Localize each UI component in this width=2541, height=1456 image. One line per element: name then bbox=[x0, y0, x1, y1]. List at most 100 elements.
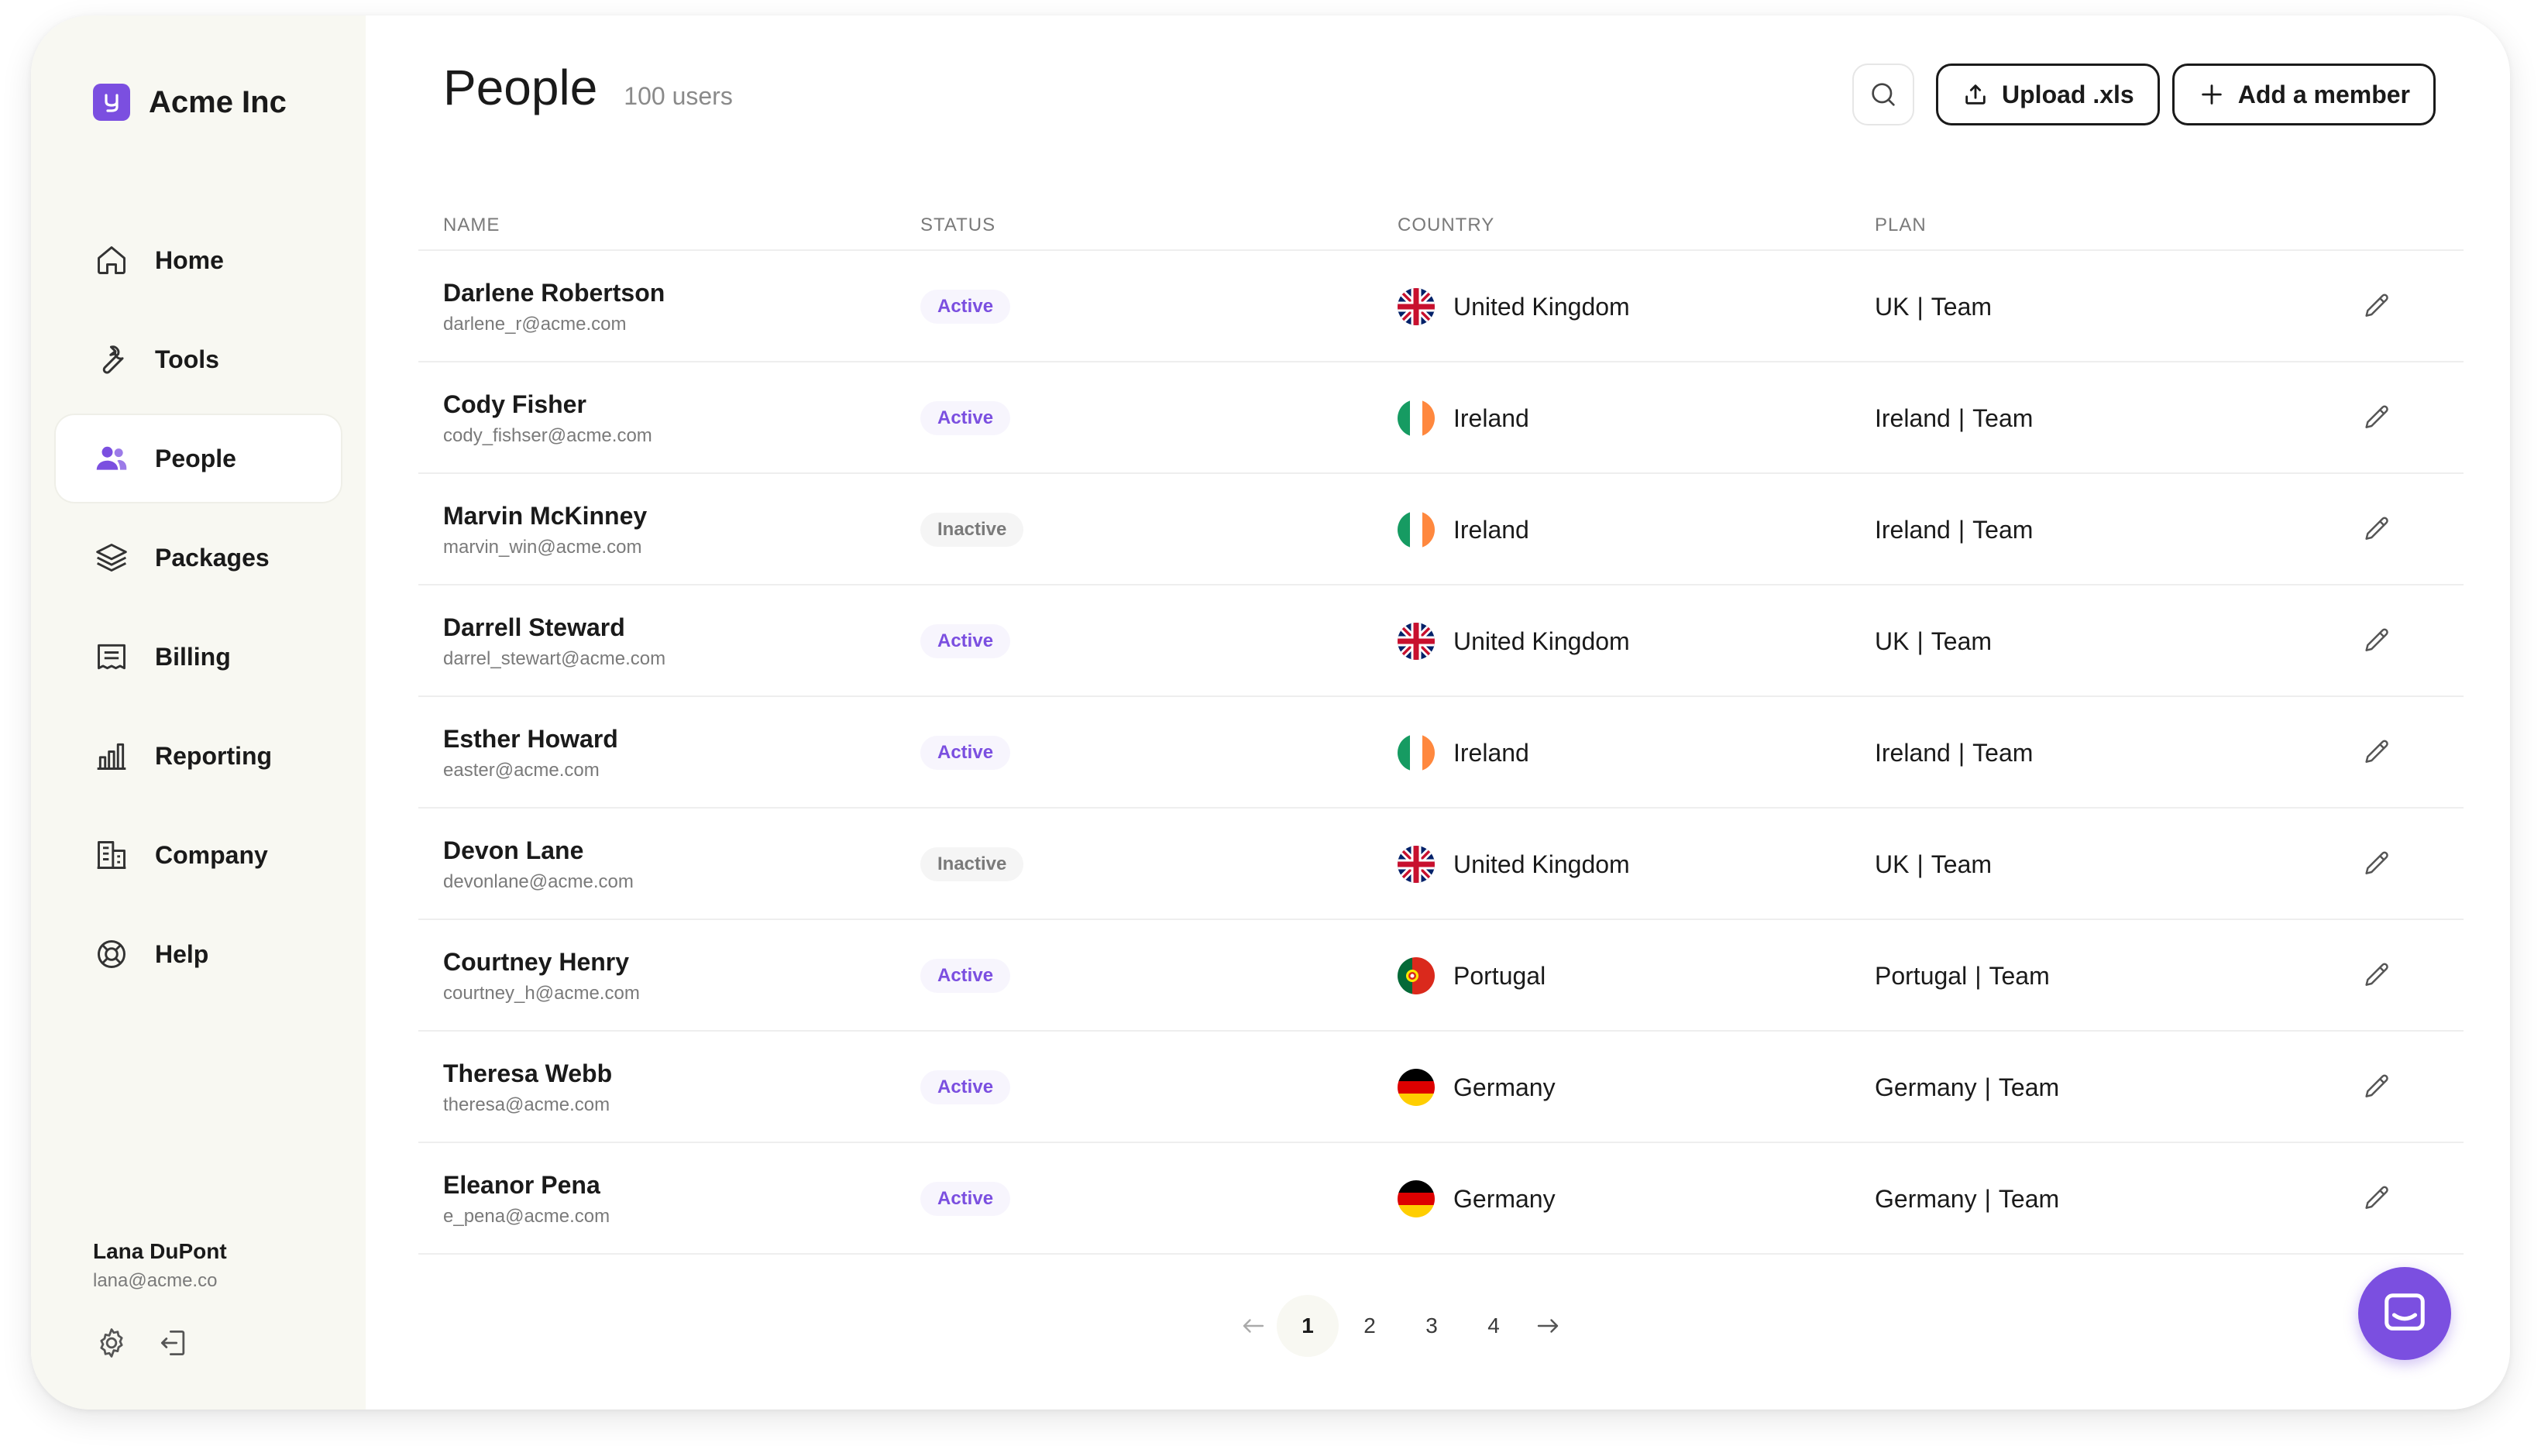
table-row[interactable]: Darlene Robertson darlene_r@acme.com Act… bbox=[418, 251, 2464, 362]
table-row[interactable]: Eleanor Pena e_pena@acme.com Active Germ… bbox=[418, 1143, 2464, 1255]
plan-tier: Team bbox=[1998, 1073, 2060, 1101]
sidebar-item-label: Help bbox=[155, 939, 209, 968]
column-header-status[interactable]: STATUS bbox=[920, 215, 995, 236]
status-badge: Active bbox=[920, 624, 1011, 658]
sidebar-item-reporting[interactable]: Reporting bbox=[56, 713, 341, 799]
pencil-icon bbox=[2365, 294, 2388, 317]
edit-button[interactable] bbox=[2361, 514, 2392, 545]
plan-cell: UK | Team bbox=[1875, 844, 1992, 884]
sidebar-item-packages[interactable]: Packages bbox=[56, 514, 341, 601]
country-cell: Germany bbox=[1398, 1067, 1556, 1107]
plan-separator: | bbox=[1917, 850, 1924, 878]
table-row[interactable]: Marvin McKinney marvin_win@acme.com Inac… bbox=[418, 474, 2464, 585]
person-name[interactable]: Marvin McKinney bbox=[443, 502, 647, 531]
settings-gear-icon[interactable] bbox=[93, 1324, 130, 1362]
column-header-plan[interactable]: PLAN bbox=[1875, 215, 1927, 236]
edit-button[interactable] bbox=[2361, 626, 2392, 657]
edit-button[interactable] bbox=[2361, 1183, 2392, 1214]
sidebar-item-home[interactable]: Home bbox=[56, 217, 341, 304]
country-cell: Ireland bbox=[1398, 510, 1529, 550]
prev-page-button[interactable] bbox=[1230, 1295, 1277, 1357]
person-email: darrel_stewart@acme.com bbox=[443, 648, 666, 669]
edit-button[interactable] bbox=[2361, 1072, 2392, 1103]
sidebar-item-tools[interactable]: Tools bbox=[56, 316, 341, 403]
sidebar-item-billing[interactable]: Billing bbox=[56, 613, 341, 700]
portugal-flag-icon bbox=[1398, 957, 1435, 994]
table-row[interactable]: Cody Fisher cody_fishser@acme.com Active… bbox=[418, 362, 2464, 474]
ireland-flag-icon bbox=[1398, 511, 1435, 548]
table-row[interactable]: Darrell Steward darrel_stewart@acme.com … bbox=[418, 585, 2464, 697]
status-badge: Inactive bbox=[920, 847, 1024, 881]
plan-cell: Germany | Team bbox=[1875, 1067, 2059, 1107]
status-badge: Inactive bbox=[920, 513, 1024, 547]
column-header-country[interactable]: COUNTRY bbox=[1398, 215, 1494, 236]
plan-separator: | bbox=[1917, 292, 1924, 321]
chat-button[interactable] bbox=[2358, 1267, 2451, 1360]
person-name[interactable]: Darrell Steward bbox=[443, 613, 665, 642]
sidebar-item-help[interactable]: Help bbox=[56, 911, 341, 998]
page-2-button[interactable]: 2 bbox=[1339, 1295, 1401, 1357]
table-row[interactable]: Theresa Webb theresa@acme.com Active Ger… bbox=[418, 1032, 2464, 1143]
table-row[interactable]: Devon Lane devonlane@acme.com Inactive U… bbox=[418, 809, 2464, 920]
lifebuoy-icon bbox=[93, 936, 130, 973]
uk-flag-icon bbox=[1398, 623, 1435, 660]
country-name: United Kingdom bbox=[1453, 850, 1630, 878]
person-name[interactable]: Devon Lane bbox=[443, 836, 634, 865]
users-icon bbox=[93, 440, 130, 477]
search-button[interactable] bbox=[1852, 64, 1915, 125]
sidebar-item-people[interactable]: People bbox=[56, 415, 341, 502]
edit-button[interactable] bbox=[2361, 849, 2392, 880]
person-name[interactable]: Esther Howard bbox=[443, 725, 618, 754]
column-header-name[interactable]: NAME bbox=[443, 215, 500, 236]
page-title: People bbox=[443, 60, 598, 115]
plan-tier: Team bbox=[1931, 627, 1993, 655]
add-member-button[interactable]: Add a member bbox=[2171, 64, 2436, 125]
next-page-button[interactable] bbox=[1525, 1295, 1571, 1357]
table-row[interactable]: Courtney Henry courtney_h@acme.com Activ… bbox=[418, 920, 2464, 1032]
person-name[interactable]: Eleanor Pena bbox=[443, 1171, 610, 1200]
page-1-button[interactable]: 1 bbox=[1277, 1295, 1339, 1357]
logout-icon[interactable] bbox=[155, 1324, 192, 1362]
uk-flag-icon bbox=[1398, 288, 1435, 325]
arrow-right-icon bbox=[1537, 1319, 1559, 1333]
table-row[interactable]: Esther Howard easter@acme.com Active Ire… bbox=[418, 697, 2464, 809]
sidebar-item-label: Reporting bbox=[155, 741, 273, 770]
edit-button[interactable] bbox=[2361, 737, 2392, 768]
country-name: Ireland bbox=[1453, 403, 1529, 432]
ireland-flag-icon bbox=[1398, 734, 1435, 771]
person-cell: Darrell Steward darrel_stewart@acme.com bbox=[443, 613, 665, 670]
person-name[interactable]: Theresa Webb bbox=[443, 1059, 612, 1088]
app-window: Acme Inc Home Tools People Packages Bill… bbox=[31, 15, 2510, 1410]
person-cell: Cody Fisher cody_fishser@acme.com bbox=[443, 390, 652, 447]
status-badge: Active bbox=[920, 1182, 1011, 1216]
sidebar: Acme Inc Home Tools People Packages Bill… bbox=[31, 15, 366, 1410]
sidebar-item-company[interactable]: Company bbox=[56, 812, 341, 898]
status-cell: Inactive bbox=[920, 847, 1024, 881]
receipt-icon bbox=[93, 638, 130, 675]
person-email: marvin_win@acme.com bbox=[443, 537, 642, 558]
edit-button[interactable] bbox=[2361, 403, 2392, 434]
plan-tier: Team bbox=[1972, 403, 2034, 432]
sidebar-item-label: Packages bbox=[155, 543, 270, 572]
status-cell: Active bbox=[920, 401, 1011, 435]
country-name: Germany bbox=[1453, 1184, 1556, 1213]
page-4-button[interactable]: 4 bbox=[1463, 1295, 1525, 1357]
page-3-button[interactable]: 3 bbox=[1401, 1295, 1463, 1357]
country-name: Ireland bbox=[1453, 738, 1529, 767]
edit-button[interactable] bbox=[2361, 960, 2392, 991]
edit-button[interactable] bbox=[2361, 291, 2392, 322]
plan-cell: Ireland | Team bbox=[1875, 733, 2033, 773]
upload-xls-label: Upload .xls bbox=[2002, 80, 2134, 108]
person-cell: Marvin McKinney marvin_win@acme.com bbox=[443, 502, 647, 558]
add-member-label: Add a member bbox=[2237, 80, 2410, 108]
status-badge: Active bbox=[920, 959, 1011, 993]
brand[interactable]: Acme Inc bbox=[93, 77, 287, 127]
person-name[interactable]: Courtney Henry bbox=[443, 948, 640, 977]
person-email: easter@acme.com bbox=[443, 760, 600, 781]
person-name[interactable]: Darlene Robertson bbox=[443, 279, 665, 307]
germany-flag-icon bbox=[1398, 1180, 1435, 1217]
sidebar-item-label: Home bbox=[155, 246, 224, 274]
brand-name: Acme Inc bbox=[149, 84, 287, 119]
person-name[interactable]: Cody Fisher bbox=[443, 390, 652, 419]
upload-xls-button[interactable]: Upload .xls bbox=[1936, 64, 2160, 125]
